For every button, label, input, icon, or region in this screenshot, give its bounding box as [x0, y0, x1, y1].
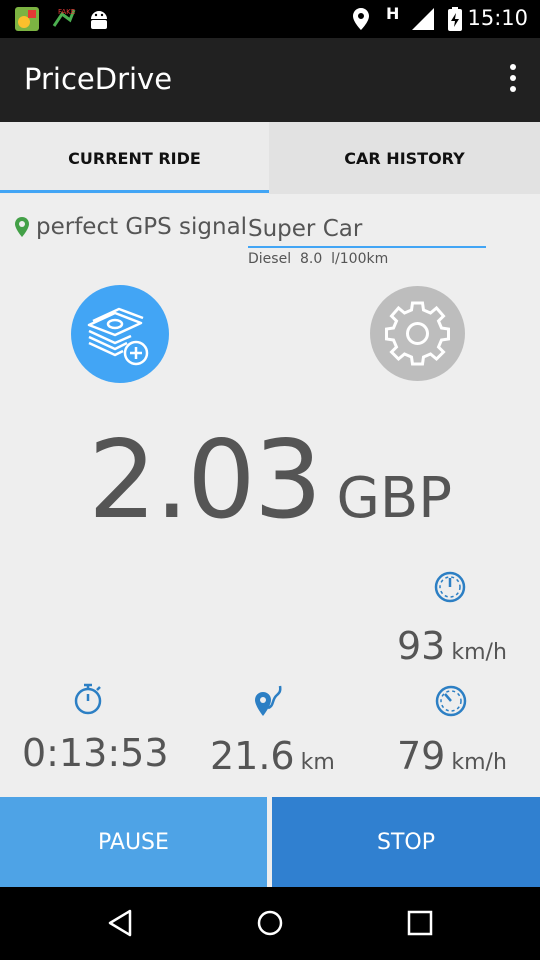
car-settings-button[interactable] [370, 286, 465, 381]
fake-gps-icon: FAKE [52, 8, 76, 27]
navigation-bar [0, 887, 540, 960]
app-title: PriceDrive [24, 62, 173, 96]
gear-icon [385, 301, 450, 366]
gps-status: perfect GPS signal [14, 214, 247, 240]
app-bar: PriceDrive [0, 38, 540, 122]
ride-distance-unit: km [300, 750, 335, 775]
average-speed-value: 79 [397, 734, 446, 778]
ride-duration: 0:13:53 [22, 731, 169, 775]
ride-distance: 21.6 km [210, 734, 335, 778]
fuel-consumption-unit: l/100km [331, 251, 389, 267]
price-amount: 2.03 [87, 418, 322, 543]
status-bar: FAKE H 15:10 [0, 0, 540, 38]
location-pin-icon [15, 217, 29, 237]
signal-icon [412, 8, 434, 30]
speedometer-icon [434, 571, 466, 603]
location-icon [353, 8, 369, 30]
car-name-field[interactable]: Super Car [248, 214, 486, 248]
price-currency: GBP [336, 466, 453, 531]
fuel-type: Diesel [248, 251, 292, 267]
car-info: Diesel 8.0 l/100km [248, 251, 388, 267]
signal-type-label: H [386, 4, 400, 23]
add-money-button[interactable] [71, 285, 169, 383]
battery-icon [448, 7, 462, 31]
tab-current-ride-label: CURRENT RIDE [68, 148, 201, 168]
ride-duration-value: 0:13:53 [22, 731, 169, 775]
average-speed-unit: km/h [451, 750, 507, 775]
ride-price: 2.03 GBP [0, 418, 540, 543]
route-icon [255, 685, 282, 716]
speedometer-icon [435, 685, 467, 717]
overflow-menu-icon[interactable] [506, 64, 520, 96]
recents-icon[interactable] [404, 907, 436, 939]
tab-current-ride[interactable]: CURRENT RIDE [0, 122, 269, 194]
stop-button-label: STOP [377, 829, 435, 855]
status-time: 15:10 [467, 6, 528, 30]
gps-status-label: perfect GPS signal [36, 214, 248, 240]
svg-text:FAKE: FAKE [58, 8, 75, 16]
money-add-icon [87, 307, 149, 366]
pause-button-label: PAUSE [98, 829, 169, 855]
current-speed: 93 km/h [397, 624, 507, 668]
tab-bar: CURRENT RIDE CAR HISTORY [0, 122, 540, 194]
fuel-consumption: 8.0 [300, 251, 323, 267]
tab-car-history-label: CAR HISTORY [344, 148, 465, 168]
tab-indicator [0, 190, 269, 193]
android-icon [91, 11, 107, 29]
back-icon[interactable] [104, 907, 136, 939]
stop-button[interactable]: STOP [272, 797, 540, 887]
current-speed-unit: km/h [451, 640, 507, 665]
average-speed: 79 km/h [397, 734, 507, 778]
stopwatch-icon [74, 683, 102, 715]
ride-distance-value: 21.6 [210, 734, 295, 778]
home-icon[interactable] [254, 907, 286, 939]
pause-button[interactable]: PAUSE [0, 797, 267, 887]
current-speed-value: 93 [397, 624, 446, 668]
app-icon [15, 7, 39, 31]
tab-car-history[interactable]: CAR HISTORY [270, 122, 539, 194]
